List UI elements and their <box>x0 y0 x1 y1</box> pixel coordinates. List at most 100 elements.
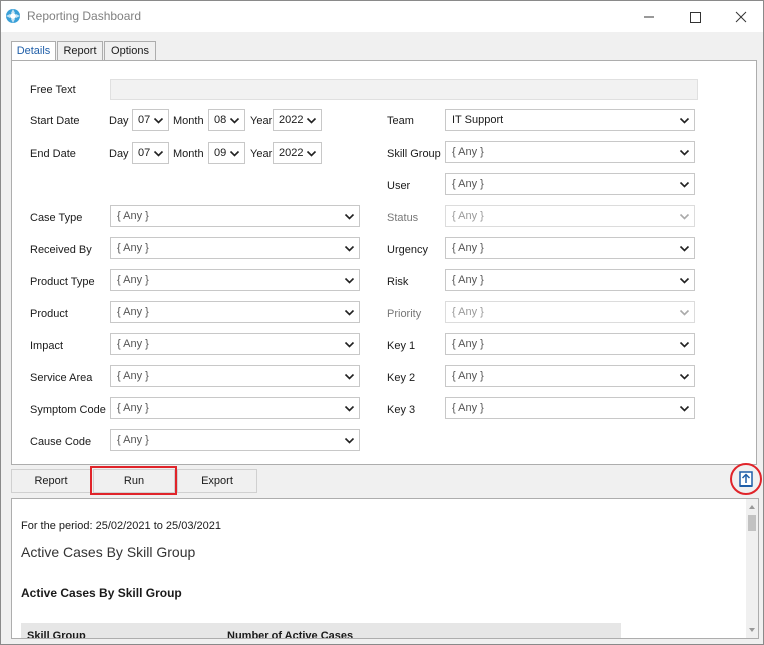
reporting-dashboard-window: Reporting Dashboard Details Report Optio… <box>0 0 764 645</box>
tab-options[interactable]: Options <box>104 41 156 62</box>
chevron-down-icon <box>229 150 240 157</box>
scroll-up-arrow-icon[interactable] <box>746 501 758 513</box>
window-title: Reporting Dashboard <box>27 9 142 23</box>
report-heading: Active Cases By Skill Group <box>21 544 196 560</box>
title-bar[interactable]: Reporting Dashboard <box>1 1 763 32</box>
chevron-down-icon <box>344 213 355 220</box>
skill-group-select[interactable]: { Any } <box>445 141 695 163</box>
key-2-select[interactable]: { Any } <box>445 365 695 387</box>
export-button[interactable]: Export <box>177 469 257 493</box>
impact-label: Impact <box>30 340 64 352</box>
chevron-down-icon <box>679 245 690 252</box>
product-label: Product <box>30 308 68 320</box>
close-button[interactable] <box>719 5 763 29</box>
maximize-icon <box>690 12 701 23</box>
upload-export-icon[interactable] <box>732 465 760 493</box>
chevron-down-icon <box>153 117 164 124</box>
app-logo-icon <box>6 9 20 23</box>
chevron-down-icon <box>679 373 690 380</box>
chevron-down-icon <box>344 309 355 316</box>
start-month-label: Month <box>173 115 204 127</box>
end-year-label: Year <box>250 148 273 160</box>
product-type-select[interactable]: { Any } <box>110 269 360 291</box>
skill-group-label: Skill Group <box>387 148 441 160</box>
chevron-down-icon <box>344 373 355 380</box>
priority-select[interactable]: { Any } <box>445 301 695 323</box>
service-area-select[interactable]: { Any } <box>110 365 360 387</box>
start-month-select[interactable]: 08 <box>208 109 245 131</box>
free-text-input[interactable] <box>110 79 698 100</box>
close-icon <box>735 11 747 23</box>
chevron-down-icon <box>679 149 690 156</box>
risk-select[interactable]: { Any } <box>445 269 695 291</box>
report-subheading: Active Cases By Skill Group <box>21 586 182 600</box>
urgency-select[interactable]: { Any } <box>445 237 695 259</box>
end-day-label: Day <box>109 148 129 160</box>
product-select[interactable]: { Any } <box>110 301 360 323</box>
start-year-label: Year <box>250 115 273 127</box>
team-label: Team <box>387 115 414 127</box>
chevron-down-icon <box>229 117 240 124</box>
minimize-button[interactable] <box>627 5 671 29</box>
impact-select[interactable]: { Any } <box>110 333 360 355</box>
maximize-button[interactable] <box>673 5 717 29</box>
key-2-label: Key 2 <box>387 372 416 384</box>
received-by-label: Received By <box>30 244 92 256</box>
cause-code-label: Cause Code <box>30 436 92 448</box>
run-highlight-outline <box>90 466 177 495</box>
key-1-label: Key 1 <box>387 340 416 352</box>
symptom-code-select[interactable]: { Any } <box>110 397 360 419</box>
scrollbar-thumb[interactable] <box>748 515 756 531</box>
chevron-down-icon <box>344 341 355 348</box>
chevron-down-icon <box>306 117 317 124</box>
column-header-active-cases: Number of Active Cases <box>227 630 354 639</box>
end-month-select[interactable]: 09 <box>208 142 245 164</box>
end-day-select[interactable]: 07 <box>132 142 169 164</box>
chevron-down-icon <box>306 150 317 157</box>
end-year-select[interactable]: 2022 <box>273 142 322 164</box>
chevron-down-icon <box>344 405 355 412</box>
end-date-label: End Date <box>30 148 76 160</box>
start-date-label: Start Date <box>30 115 80 127</box>
received-by-select[interactable]: { Any } <box>110 237 360 259</box>
chevron-down-icon <box>679 309 690 316</box>
start-day-label: Day <box>109 115 129 127</box>
chevron-down-icon <box>153 150 164 157</box>
report-table-header: Skill Group Number of Active Cases <box>21 623 621 639</box>
chevron-down-icon <box>679 277 690 284</box>
report-output[interactable]: For the period: 25/02/2021 to 25/03/2021… <box>11 498 759 639</box>
start-day-select[interactable]: 07 <box>132 109 169 131</box>
cause-code-select[interactable]: { Any } <box>110 429 360 451</box>
export-icon-highlight[interactable] <box>730 463 762 495</box>
column-header-skill-group: Skill Group <box>27 630 86 639</box>
chevron-down-icon <box>679 213 690 220</box>
key-3-select[interactable]: { Any } <box>445 397 695 419</box>
symptom-code-label: Symptom Code <box>30 404 106 416</box>
case-type-select[interactable]: { Any } <box>110 205 360 227</box>
chevron-down-icon <box>679 117 690 124</box>
chevron-down-icon <box>679 181 690 188</box>
chevron-down-icon <box>344 277 355 284</box>
priority-label: Priority <box>387 308 422 320</box>
service-area-label: Service Area <box>30 372 93 384</box>
start-year-select[interactable]: 2022 <box>273 109 322 131</box>
risk-label: Risk <box>387 276 409 288</box>
details-panel: Free Text Start Date Day 07 Month 08 Yea… <box>11 60 757 465</box>
chevron-down-icon <box>679 341 690 348</box>
urgency-label: Urgency <box>387 244 428 256</box>
scroll-down-arrow-icon[interactable] <box>746 624 758 636</box>
chevron-down-icon <box>344 437 355 444</box>
product-type-label: Product Type <box>30 276 95 288</box>
status-select[interactable]: { Any } <box>445 205 695 227</box>
vertical-scrollbar[interactable] <box>746 499 758 638</box>
user-select[interactable]: { Any } <box>445 173 695 195</box>
chevron-down-icon <box>344 245 355 252</box>
case-type-label: Case Type <box>30 212 83 224</box>
free-text-label: Free Text <box>30 84 76 96</box>
report-button[interactable]: Report <box>11 469 91 493</box>
minimize-icon <box>644 16 654 18</box>
team-select[interactable]: IT Support <box>445 109 695 131</box>
key-3-label: Key 3 <box>387 404 416 416</box>
tab-report[interactable]: Report <box>57 41 103 62</box>
key-1-select[interactable]: { Any } <box>445 333 695 355</box>
